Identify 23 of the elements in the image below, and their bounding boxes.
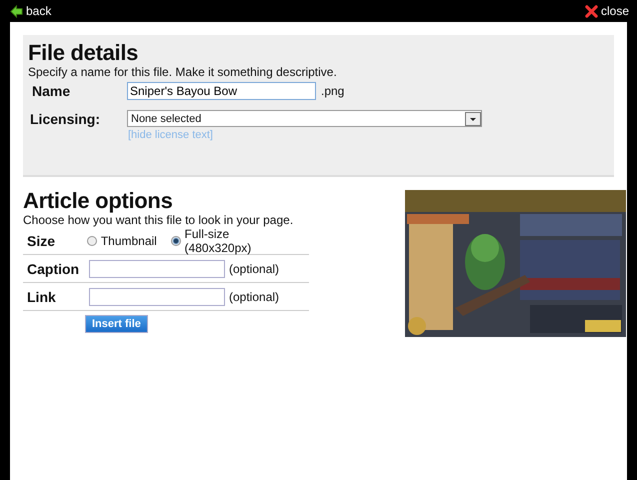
field-label: Caption xyxy=(26,260,80,276)
close-icon xyxy=(584,4,598,18)
section-title: File details xyxy=(28,41,140,65)
section-title: Article options xyxy=(23,189,174,213)
size-radio[interactable]: Full-size (480x320px) xyxy=(170,226,295,254)
insert-file-button[interactable]: Insert file xyxy=(85,315,148,333)
name-input[interactable]: Sniper's Bayou Bow xyxy=(127,82,316,100)
description-text: Choose how you want this file to look in your page. xyxy=(23,213,294,227)
field-label: Link xyxy=(26,288,57,304)
hint-text: (optional) xyxy=(229,290,280,304)
size-radio[interactable]: Thumbnail xyxy=(86,234,157,248)
description-text: Specify a name for this file. Make it something descriptive. xyxy=(28,65,338,79)
back-arrow-icon xyxy=(10,4,23,18)
back-link[interactable]: back xyxy=(10,4,52,18)
field-label: Size xyxy=(26,232,56,248)
hint-text: (optional) xyxy=(229,262,280,276)
licensing-dropdown[interactable]: None selected xyxy=(127,110,482,127)
link-input[interactable] xyxy=(89,288,225,306)
field-label: Licensing: xyxy=(29,110,102,126)
close-link[interactable]: close xyxy=(584,4,629,18)
field-label: Name xyxy=(31,83,72,99)
caption-input[interactable] xyxy=(89,260,225,278)
extension-text: .png xyxy=(321,84,344,98)
